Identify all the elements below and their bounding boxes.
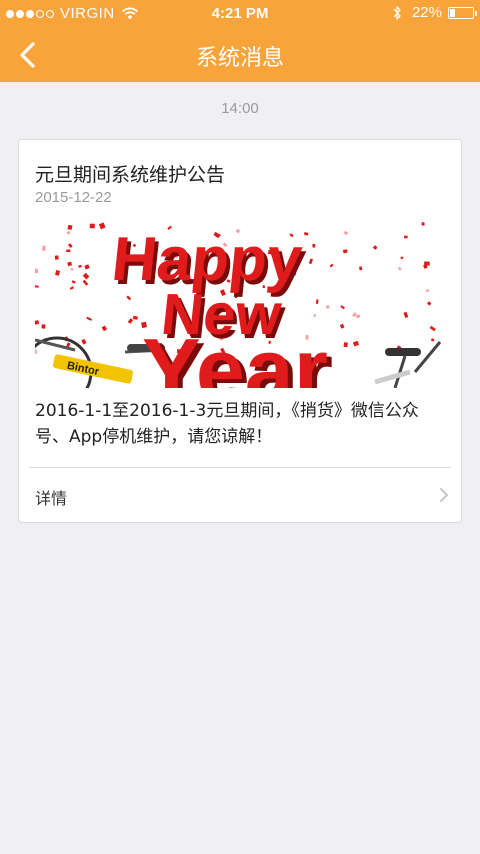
banner-image: Bintor Happy Happy New New Year Year — [35, 222, 445, 388]
confetti-piece — [312, 243, 316, 248]
confetti-piece — [325, 305, 330, 309]
detail-label: 详情 — [35, 489, 68, 508]
confetti-piece — [359, 266, 363, 271]
page-title: 系统消息 — [195, 46, 284, 71]
message-time-label: 14:00 — [221, 100, 259, 117]
message-date: 2015-12-22 — [35, 189, 112, 206]
status-bar: VIRGIN 4:21 PM 22% — [0, 0, 480, 28]
confetti-piece — [66, 249, 71, 253]
nav-bar: 系统消息 — [0, 28, 480, 82]
banner-year: Year — [142, 320, 328, 388]
message-body: 2016-1-1至2016-1-3元旦期间，《捎货》微信公众号、App停机维护，… — [35, 401, 419, 447]
battery-percent: 22% — [411, 4, 442, 21]
confetti-piece — [132, 315, 138, 320]
status-right: 22% — [392, 4, 477, 21]
confetti-piece — [404, 235, 408, 239]
message-title: 元旦期间系统维护公告 — [35, 164, 226, 186]
confetti-piece — [35, 320, 39, 325]
confetti-piece — [89, 223, 95, 229]
confetti-piece — [54, 255, 59, 260]
bluetooth-icon — [393, 5, 401, 20]
confetti-piece — [41, 324, 46, 329]
confetti-piece — [42, 245, 46, 251]
happy-new-year-banner: Bintor Happy Happy New New Year Year — [35, 222, 445, 388]
battery-icon — [448, 6, 477, 19]
confetti-piece — [35, 268, 38, 274]
confetti-piece — [421, 222, 425, 226]
confetti-piece — [343, 342, 348, 348]
confetti-piece — [424, 261, 430, 266]
detail-link[interactable]: 详情 — [19, 468, 461, 523]
battery-fill — [450, 8, 456, 17]
chevron-right-icon — [440, 488, 448, 502]
message-card[interactable]: 元旦期间系统维护公告 2015-12-22 Bintor Happy Happy — [18, 139, 462, 523]
